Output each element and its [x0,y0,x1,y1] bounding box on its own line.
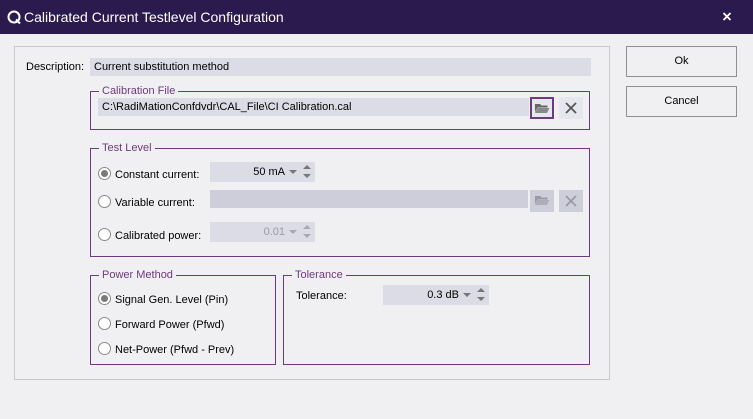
description-field[interactable]: Current substitution method [90,58,591,76]
window-title: Calibrated Current Testlevel Configurati… [24,9,284,25]
tolerance-down[interactable] [477,297,485,301]
q-logo-icon [7,10,21,25]
ok-button[interactable]: Ok [626,46,737,77]
clear-file-button[interactable] [559,97,583,119]
folder-open-icon [535,104,550,113]
constant-current-label: Constant current: [115,169,200,181]
constant-current-spinner[interactable]: 50 mA [210,162,315,182]
test-level-legend: Test Level [99,141,155,155]
power-method-radio-net[interactable] [98,342,111,355]
power-method-label-signal-gen: Signal Gen. Level (Pin) [115,294,229,306]
calibrated-power-up[interactable] [303,225,311,229]
close-icon [565,195,577,207]
constant-current-dropdown[interactable] [289,170,297,174]
calibrated-power-label: Calibrated power: [115,230,202,242]
tolerance-dropdown[interactable] [463,293,471,297]
constant-current-down[interactable] [303,174,311,178]
close-icon[interactable] [716,8,738,26]
calibration-file-legend: Calibration File [99,84,179,98]
variable-current-radio[interactable] [98,195,111,208]
cancel-button[interactable]: Cancel [626,86,737,117]
variable-current-browse-button[interactable] [530,190,554,212]
tolerance-legend: Tolerance [292,268,346,282]
title-bar: Calibrated Current Testlevel Configurati… [0,0,753,34]
close-icon [565,102,577,114]
tolerance-spinner[interactable]: 0.3 dB [383,285,489,305]
calibrated-power-down[interactable] [303,234,311,238]
constant-current-value: 50 mA [253,166,285,178]
calibrated-power-spinner[interactable]: 0.01 [210,222,315,242]
power-method-radio-signal-gen[interactable] [98,292,111,305]
variable-current-field[interactable] [210,190,528,208]
calibration-file-path[interactable]: C:\RadiMationConfdvdr\CAL_File\CI Calibr… [98,98,529,116]
tolerance-label: Tolerance: [296,290,347,302]
tolerance-value: 0.3 dB [427,289,459,301]
variable-current-clear-button[interactable] [559,190,583,212]
browse-button[interactable] [530,97,554,119]
calibrated-power-radio[interactable] [98,228,111,241]
power-method-legend: Power Method [99,268,176,282]
folder-open-icon [535,196,550,205]
power-method-radio-forward[interactable] [98,317,111,330]
constant-current-up[interactable] [303,165,311,169]
power-method-label-forward: Forward Power (Pfwd) [115,319,225,331]
tolerance-up[interactable] [477,288,485,292]
calibrated-power-dropdown[interactable] [289,230,297,234]
constant-current-radio[interactable] [98,167,111,180]
power-method-label-net: Net-Power (Pfwd - Prev) [115,344,235,356]
calibrated-power-value: 0.01 [263,226,285,238]
variable-current-label: Variable current: [115,197,195,209]
description-label: Description: [26,61,85,73]
